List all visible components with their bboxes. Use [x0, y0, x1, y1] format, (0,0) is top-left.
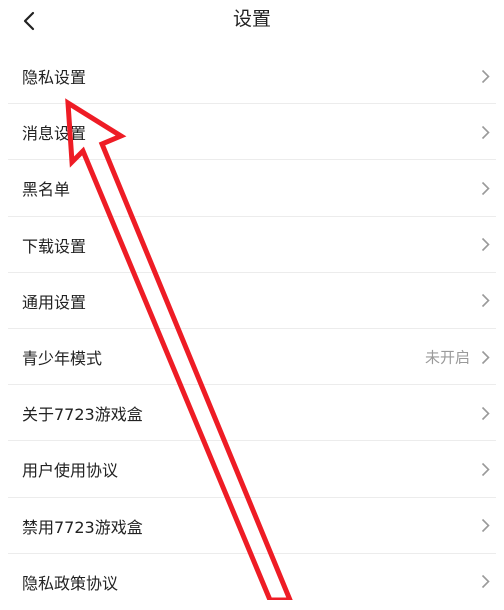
chevron-right-icon: [478, 68, 492, 84]
chevron-right-icon: [478, 180, 492, 196]
settings-item-label: 禁用7723游戏盒: [22, 517, 143, 537]
settings-item-label: 用户使用协议: [22, 461, 119, 481]
settings-item-label: 消息设置: [22, 124, 87, 144]
settings-item-teen-mode[interactable]: 青少年模式 未开启: [0, 329, 504, 386]
teen-mode-status: 未开启: [424, 348, 470, 367]
settings-item-disable-app[interactable]: 禁用7723游戏盒: [0, 498, 504, 554]
settings-list: 隐私设置 消息设置 黑名单 下载设置 通用设置 青少年模式 未开启 关于7723…: [0, 48, 504, 610]
settings-item-user-agreement[interactable]: 用户使用协议: [0, 441, 504, 498]
settings-item-label: 下载设置: [22, 236, 87, 256]
chevron-right-icon: [478, 461, 492, 477]
chevron-right-icon: [478, 237, 492, 253]
header-bar: 设置: [0, 0, 504, 44]
chevron-right-icon: [478, 124, 492, 140]
settings-item-label: 隐私政策协议: [22, 573, 119, 593]
settings-item-label: 隐私设置: [22, 68, 87, 88]
settings-item-about[interactable]: 关于7723游戏盒: [0, 385, 504, 442]
chevron-right-icon: [478, 405, 492, 421]
settings-item-label: 通用设置: [22, 292, 87, 312]
settings-item-messages[interactable]: 消息设置: [0, 104, 504, 161]
page-title: 设置: [232, 8, 271, 30]
settings-item-privacy-policy[interactable]: 隐私政策协议: [0, 554, 504, 610]
settings-item-label: 青少年模式: [22, 349, 103, 369]
settings-item-label: 黑名单: [22, 180, 71, 200]
chevron-right-icon: [478, 574, 492, 590]
settings-item-label: 关于7723游戏盒: [22, 405, 143, 425]
settings-item-privacy[interactable]: 隐私设置: [0, 48, 504, 105]
chevron-right-icon: [478, 349, 492, 365]
settings-item-download[interactable]: 下载设置: [0, 217, 504, 273]
chevron-right-icon: [478, 293, 492, 309]
settings-item-blacklist[interactable]: 黑名单: [0, 160, 504, 217]
settings-item-general[interactable]: 通用设置: [0, 273, 504, 329]
chevron-right-icon: [478, 518, 492, 534]
